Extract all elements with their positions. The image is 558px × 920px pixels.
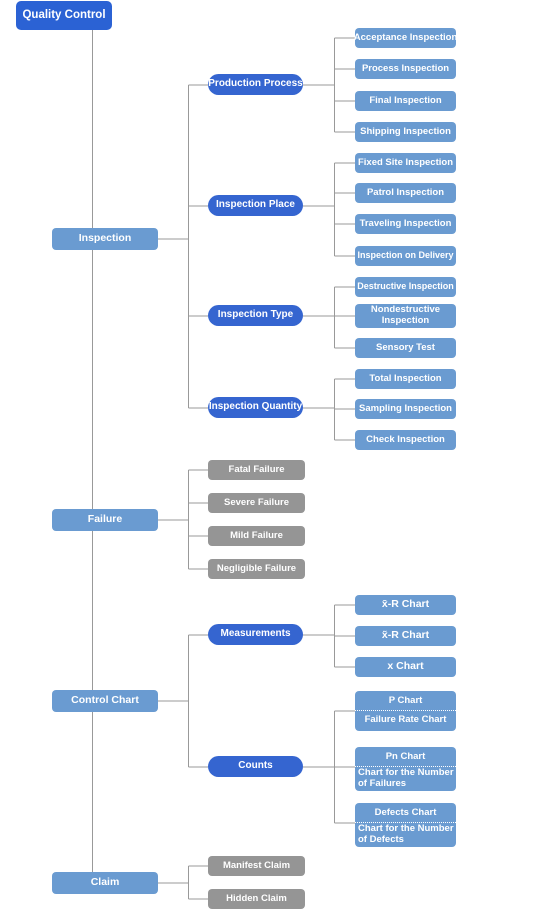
- node-label: Failure: [87, 513, 123, 526]
- leaf-xtilde-r-chart[interactable]: x̃-R Chart: [355, 626, 456, 646]
- node-label: Production Process: [208, 78, 303, 90]
- node-label: Claim: [90, 876, 120, 889]
- node-label: Check Inspection: [366, 434, 445, 446]
- node-label: x̃-R Chart: [381, 629, 430, 642]
- node-label: Total Inspection: [369, 373, 442, 385]
- node-label: Shipping Inspection: [360, 126, 451, 138]
- leaf-p-chart[interactable]: P Chart Failure Rate Chart: [355, 691, 456, 731]
- node-label: Severe Failure: [224, 497, 289, 509]
- leaf-pn-chart[interactable]: Pn Chart Chart for the Number of Failure…: [355, 747, 456, 791]
- node-label: Mild Failure: [230, 530, 283, 542]
- node-label: Inspection Place: [216, 199, 295, 211]
- node-label: Traveling Inspection: [359, 218, 452, 230]
- leaf-severe-failure[interactable]: Severe Failure: [208, 493, 305, 513]
- node-inspection-type[interactable]: Inspection Type: [208, 305, 303, 326]
- node-label: x Chart: [387, 660, 424, 673]
- node-label: Inspection Quantity: [208, 401, 303, 413]
- leaf-manifest-claim[interactable]: Manifest Claim: [208, 856, 305, 876]
- node-failure[interactable]: Failure: [52, 509, 158, 531]
- leaf-shipping-inspection[interactable]: Shipping Inspection: [355, 122, 456, 142]
- leaf-mild-failure[interactable]: Mild Failure: [208, 526, 305, 546]
- node-label: Patrol Inspection: [366, 187, 445, 199]
- leaf-hidden-claim[interactable]: Hidden Claim: [208, 889, 305, 909]
- leaf-title: P Chart: [355, 691, 456, 711]
- node-label: Sampling Inspection: [359, 403, 452, 415]
- leaf-sampling-inspection[interactable]: Sampling Inspection: [355, 399, 456, 419]
- leaf-title: Pn Chart: [355, 747, 456, 767]
- leaf-inspection-on-delivery[interactable]: Inspection on Delivery: [355, 246, 456, 266]
- node-control-chart[interactable]: Control Chart: [52, 690, 158, 712]
- leaf-process-inspection[interactable]: Process Inspection: [355, 59, 456, 79]
- node-label: Hidden Claim: [226, 893, 287, 905]
- node-counts[interactable]: Counts: [208, 756, 303, 777]
- node-label: Quality Control: [22, 9, 106, 22]
- leaf-sensory-test[interactable]: Sensory Test: [355, 338, 456, 358]
- node-label: Fatal Failure: [228, 464, 285, 476]
- leaf-negligible-failure[interactable]: Negligible Failure: [208, 559, 305, 579]
- node-label: Inspection: [78, 232, 132, 245]
- leaf-check-inspection[interactable]: Check Inspection: [355, 430, 456, 450]
- leaf-fatal-failure[interactable]: Fatal Failure: [208, 460, 305, 480]
- node-label: Negligible Failure: [216, 563, 297, 575]
- node-inspection-place[interactable]: Inspection Place: [208, 195, 303, 216]
- mindmap-canvas: Quality Control Inspection Failure Contr…: [0, 0, 558, 920]
- leaf-fixed-site-inspection[interactable]: Fixed Site Inspection: [355, 153, 456, 173]
- node-label: Acceptance Inspection: [353, 32, 458, 44]
- node-inspection[interactable]: Inspection: [52, 228, 158, 250]
- leaf-subtitle: Chart for the Number of Defects: [358, 823, 454, 845]
- node-measurements[interactable]: Measurements: [208, 624, 303, 645]
- node-label: Fixed Site Inspection: [357, 157, 454, 169]
- node-production-process[interactable]: Production Process: [208, 74, 303, 95]
- node-label: Inspection Type: [217, 309, 294, 321]
- node-label: Manifest Claim: [222, 860, 291, 872]
- node-label: Nondestructive Inspection: [370, 304, 441, 326]
- node-inspection-quantity[interactable]: Inspection Quantity: [208, 397, 303, 418]
- node-label: Destructive Inspection: [357, 281, 454, 292]
- node-label: Counts: [238, 760, 273, 772]
- leaf-subtitle: Chart for the Number of Failures: [358, 767, 454, 789]
- leaf-traveling-inspection[interactable]: Traveling Inspection: [355, 214, 456, 234]
- node-root-quality-control[interactable]: Quality Control: [16, 1, 112, 30]
- leaf-title: Defects Chart: [355, 803, 456, 823]
- node-label: Sensory Test: [376, 342, 435, 354]
- leaf-total-inspection[interactable]: Total Inspection: [355, 369, 456, 389]
- node-label: Control Chart: [71, 694, 139, 707]
- leaf-patrol-inspection[interactable]: Patrol Inspection: [355, 183, 456, 203]
- leaf-x-chart[interactable]: x Chart: [355, 657, 456, 677]
- node-label: Final Inspection: [369, 95, 442, 107]
- leaf-xbar-r-chart[interactable]: x̄-R Chart: [355, 595, 456, 615]
- node-claim[interactable]: Claim: [52, 872, 158, 894]
- leaf-subtitle: Failure Rate Chart: [364, 714, 447, 726]
- node-label: Measurements: [220, 628, 291, 640]
- leaf-final-inspection[interactable]: Final Inspection: [355, 91, 456, 111]
- node-label: Inspection on Delivery: [357, 250, 454, 261]
- leaf-nondestructive-inspection[interactable]: Nondestructive Inspection: [355, 304, 456, 328]
- node-label: Process Inspection: [361, 63, 450, 75]
- leaf-defects-chart[interactable]: Defects Chart Chart for the Number of De…: [355, 803, 456, 847]
- leaf-acceptance-inspection[interactable]: Acceptance Inspection: [353, 28, 458, 48]
- node-label: x̄-R Chart: [381, 598, 430, 611]
- leaf-destructive-inspection[interactable]: Destructive Inspection: [355, 277, 456, 297]
